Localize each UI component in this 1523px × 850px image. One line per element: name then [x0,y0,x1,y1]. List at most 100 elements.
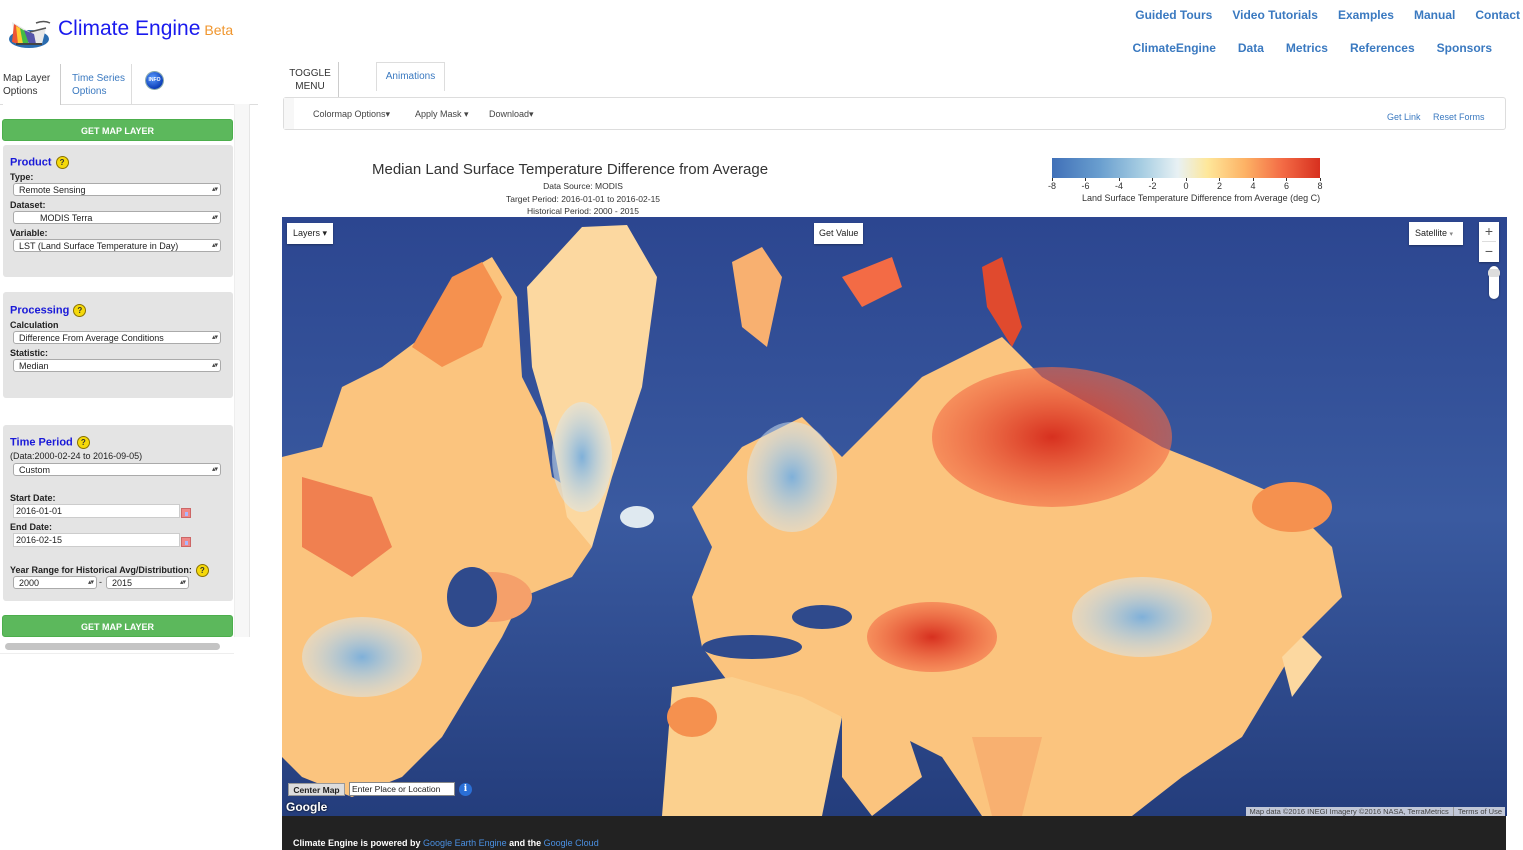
nav-sponsors[interactable]: Sponsors [1437,41,1492,55]
greenland-cool-zone [552,402,612,512]
help-icon[interactable]: ? [76,436,90,449]
footer-prefix: Climate Engine is powered by [293,838,421,848]
google-cloud-link[interactable]: Google Cloud [544,838,599,848]
left-panel-horizontal-scrollbar[interactable] [5,643,220,650]
time-period-select[interactable]: Custom ▴▾ [13,463,221,476]
statistic-select[interactable]: Median ▴▾ [13,359,221,372]
calendar-icon[interactable] [181,508,191,518]
select-arrows-icon: ▴▾ [211,242,218,249]
end-date-input[interactable]: 2016-02-15 [13,533,180,547]
get-map-layer-button-bottom[interactable]: GET MAP LAYER [2,615,233,637]
center-map-button[interactable]: Center Map [288,783,345,796]
caret-down-icon: ▾ [464,109,469,119]
data-source-text: Data Source: MODIS [543,181,623,191]
mongolia-cool-zone [1072,577,1212,657]
climate-engine-logo[interactable] [6,14,52,50]
brand-title[interactable]: Climate Engine Beta [58,17,233,41]
download-dropdown[interactable]: Download▾ [489,109,534,120]
apply-mask-dropdown[interactable]: Apply Mask ▾ [415,109,469,120]
footer: Climate Engine is powered by Google Eart… [282,816,1506,850]
map-type-dropdown[interactable]: Satellite ▾ [1409,222,1463,245]
info-icon[interactable]: INFO [146,72,163,89]
layers-dropdown[interactable]: Layers ▾ [287,223,334,244]
time-period-title: Time Period? [10,436,90,449]
google-earth-engine-link[interactable]: Google Earth Engine [423,838,507,848]
landmass-us-midwest-cool [302,617,422,697]
tab-label-line1: Time Series [72,73,125,84]
help-icon[interactable]: ? [73,304,87,317]
select-arrows-icon: ▴▾ [211,186,218,193]
type-value: Remote Sensing [19,185,86,195]
nav-contact[interactable]: Contact [1475,8,1520,22]
nav-video-tutorials[interactable]: Video Tutorials [1232,8,1318,22]
get-value-button[interactable]: Get Value [814,223,864,244]
place-search-input[interactable]: Enter Place or Location [349,782,455,796]
zoom-in-button[interactable]: + [1479,222,1499,241]
calendar-icon[interactable] [181,537,191,547]
map-title: Median Land Surface Temperature Differen… [372,161,769,178]
zoom-out-button[interactable]: − [1479,242,1499,261]
type-label: Type: [10,172,34,182]
tab-map-layer-options[interactable]: Map Layer Options [3,64,61,105]
toolbar-edge [284,98,294,129]
colorbar-tick-label: 0 [1183,181,1189,191]
tab-time-series-options[interactable]: Time Series Options [62,64,132,104]
year-end-select[interactable]: 2015 ▴▾ [106,576,189,589]
start-date-input[interactable]: 2016-01-01 [13,504,180,518]
far-east-warm [1252,482,1332,532]
zoom-control: + − [1479,222,1499,262]
dataset-label: Dataset: [10,200,46,210]
statistic-label: Statistic: [10,348,49,358]
map-type-label: Satellite [1415,228,1448,238]
nav-references[interactable]: References [1350,41,1415,55]
map-toolbar: Colormap Options▾ Apply Mask ▾ Download▾… [283,97,1506,130]
help-icon[interactable]: ? [55,156,69,169]
landmass-iceland [620,506,654,528]
nav-examples[interactable]: Examples [1338,8,1394,22]
left-panel-tabs: Map Layer Options Time Series Options [0,64,258,105]
get-map-layer-button[interactable]: GET MAP LAYER [2,119,233,141]
nav-metrics[interactable]: Metrics [1286,41,1328,55]
select-arrows-icon: ▴▾ [211,362,218,369]
street-view-pegman-icon[interactable] [1488,266,1500,299]
type-select[interactable]: Remote Sensing ▴▾ [13,183,221,196]
start-date-label: Start Date: [10,493,56,503]
colorbar-tick-label: -6 [1081,181,1090,191]
temperature-anomaly-layer [282,217,1507,816]
caret-down-icon: ▾ [1449,231,1454,238]
nav-data[interactable]: Data [1238,41,1264,55]
processing-title: Processing? [10,304,87,317]
toggle-menu-button[interactable]: TOGGLE MENU [282,62,339,97]
info-icon[interactable]: i [459,783,472,796]
top-nav-primary: Guided Tours Video Tutorials Examples Ma… [1115,8,1520,22]
get-link-button[interactable]: Get Link [1387,112,1421,122]
year-range-label-text: Year Range for Historical Avg/Distributi… [10,564,192,575]
tab-animations[interactable]: Animations [376,62,445,91]
dataset-select[interactable]: MODIS Terra ▴▾ [13,211,221,224]
variable-select[interactable]: LST (Land Surface Temperature in Day) ▴▾ [13,239,221,252]
nav-manual[interactable]: Manual [1414,8,1455,22]
colormap-options-label: Colormap Options [313,109,386,119]
map-canvas[interactable]: Layers ▾ Get Value Satellite ▾ + − Cente… [282,217,1507,816]
select-arrows-icon: ▴▾ [87,579,94,586]
colorbar-tick-label: 8 [1317,181,1323,191]
mediterranean-sea [702,635,802,659]
colorbar-tick-label: -8 [1047,181,1057,191]
scandinavia-cool-zone [747,422,837,532]
nav-guided-tours[interactable]: Guided Tours [1135,8,1212,22]
help-icon[interactable]: ? [195,564,209,577]
terms-of-use-link[interactable]: Terms of Use [1452,807,1502,816]
colorbar-legend [1052,158,1320,178]
reset-forms-button[interactable]: Reset Forms [1433,112,1485,122]
historical-period-text: Historical Period: 2000 - 2015 [527,206,639,216]
calculation-select[interactable]: Difference From Average Conditions ▴▾ [13,331,221,344]
calculation-value: Difference From Average Conditions [19,333,164,343]
layers-label: Layers [293,228,321,238]
colormap-options-dropdown[interactable]: Colormap Options▾ [313,109,390,120]
left-panel-scrollbar[interactable] [234,104,250,637]
end-date-label: End Date: [10,522,53,532]
nav-climateengine[interactable]: ClimateEngine [1133,41,1216,55]
select-arrows-icon: ▴▾ [211,334,218,341]
year-start-select[interactable]: 2000 ▴▾ [13,576,97,589]
data-range-text: (Data:2000-02-24 to 2016-09-05) [10,451,143,461]
